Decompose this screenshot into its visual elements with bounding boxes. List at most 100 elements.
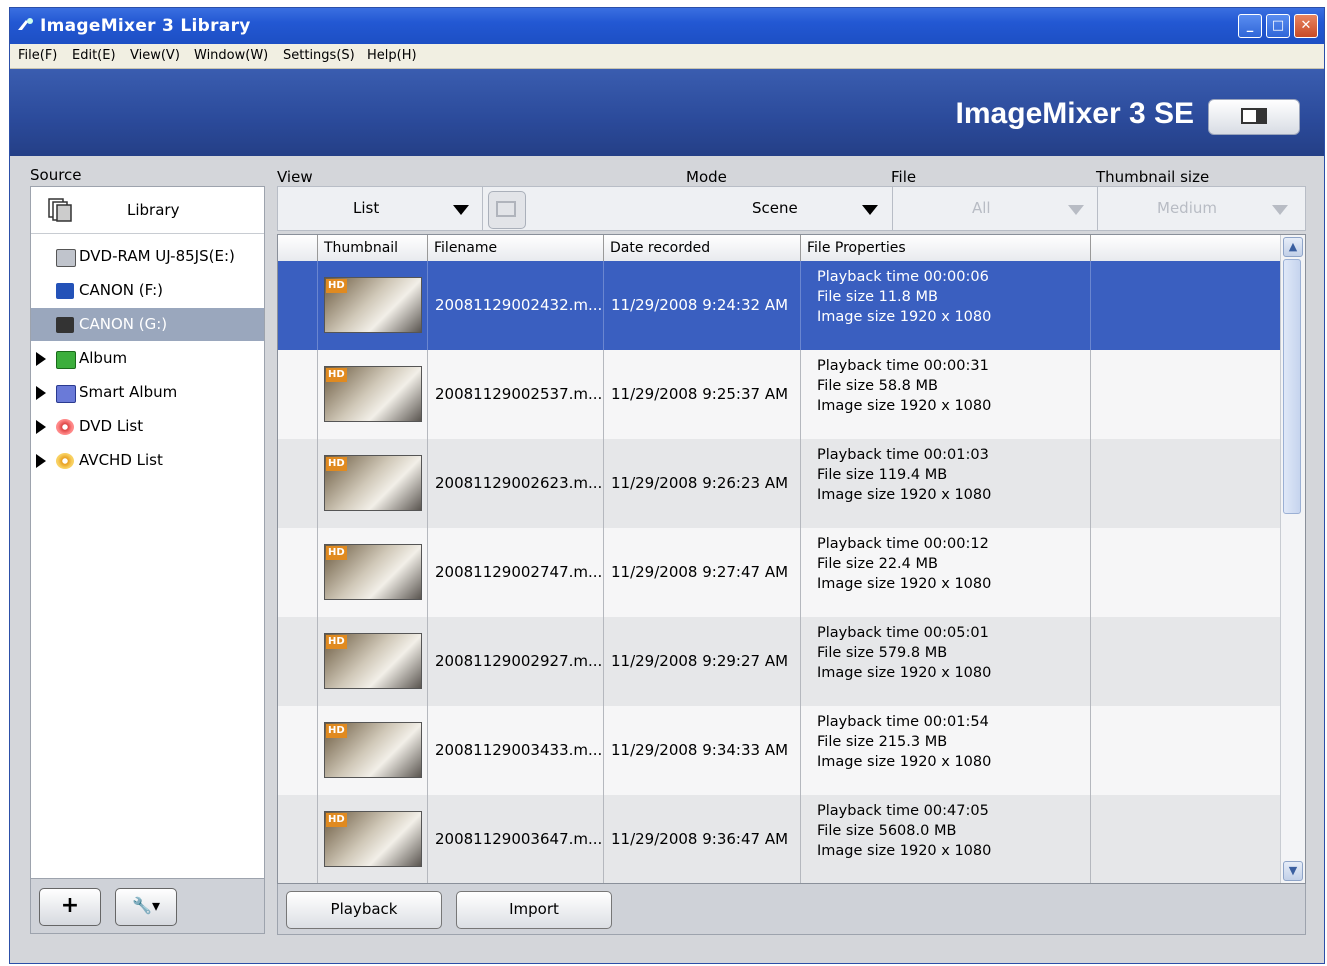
playback-time: Playback time 00:01:54 (817, 714, 989, 730)
filename-cell: 20081129003433.m... (428, 706, 604, 795)
mode-label: Mode (686, 168, 727, 186)
row-select-cell[interactable] (278, 528, 318, 617)
menu-bar: File(F) Edit(E) View(V) Window(W) Settin… (10, 44, 1324, 69)
menu-help[interactable]: Help(H) (367, 48, 417, 63)
add-button[interactable]: + (39, 888, 101, 926)
image-size: Image size 1920 x 1080 (817, 754, 992, 770)
source-item-canon-f[interactable]: CANON (F:) (31, 274, 264, 307)
thumbnail-cell[interactable]: HD (318, 350, 428, 439)
thumbnail-cell[interactable]: HD (318, 706, 428, 795)
scrollbar-thumb[interactable] (1283, 259, 1301, 514)
memory-card-icon (56, 283, 74, 299)
properties-cell: Playback time 00:00:31 File size 58.8 MB I… (801, 350, 1091, 439)
dvd-list-icon (56, 419, 74, 435)
source-item-canon-g[interactable]: CANON (G:) (31, 308, 264, 341)
header-thumbnail[interactable]: Thumbnail (318, 235, 428, 261)
view-toggle-button[interactable] (1208, 99, 1300, 135)
filename-cell: 20081129002432.m... (428, 261, 604, 350)
hd-badge-icon: HD (326, 279, 347, 293)
thumbnail-size-label: Thumbnail size (1096, 168, 1210, 186)
header-select[interactable] (278, 235, 318, 261)
thumbnail-cell[interactable]: HD (318, 617, 428, 706)
menu-edit[interactable]: Edit(E) (72, 48, 116, 63)
blank-cell (1091, 261, 1281, 350)
hd-badge-icon: HD (326, 368, 347, 382)
thumbnail-size-dropdown[interactable]: Medium (1098, 187, 1305, 230)
source-panel: Library DVD-RAM UJ-85JS(E:) CANON (F:) C… (30, 186, 265, 934)
source-item-smart-album[interactable]: Smart Album (31, 376, 264, 409)
chevron-down-icon (1068, 205, 1084, 215)
file-dropdown[interactable]: All (893, 187, 1098, 230)
scroll-up-icon[interactable]: ▲ (1283, 237, 1303, 257)
video-thumbnail[interactable]: HD (324, 544, 422, 600)
source-item-avchd-list[interactable]: AVCHD List (31, 444, 264, 477)
library-label: Library (127, 201, 180, 219)
blank-cell (1091, 439, 1281, 528)
row-select-cell[interactable] (278, 439, 318, 528)
video-thumbnail[interactable]: HD (324, 366, 422, 422)
close-button[interactable]: ✕ (1294, 14, 1318, 38)
table-row[interactable]: HD 20081129003433.m... 11/29/2008 9:34:33 … (278, 706, 1281, 795)
file-size: File size 5608.0 MB (817, 823, 957, 839)
header-date-recorded[interactable]: Date recorded (604, 235, 801, 261)
header-file-properties[interactable]: File Properties (801, 235, 1091, 261)
filename-cell: 20081129003647.m... (428, 795, 604, 883)
playback-button[interactable]: Playback (286, 891, 442, 929)
table-header: Thumbnail Filename Date recorded File Pr… (278, 235, 1281, 262)
playback-time: Playback time 00:00:12 (817, 536, 989, 552)
view-dropdown[interactable]: List (278, 187, 483, 230)
expand-arrow-icon[interactable] (36, 454, 46, 468)
table-row[interactable]: HD 20081129002537.m... 11/29/2008 9:25:37 … (278, 350, 1281, 439)
file-size: File size 215.3 MB (817, 734, 948, 750)
table-row[interactable]: HD 20081129002432.m... 11/29/2008 9:24:32 … (278, 261, 1281, 350)
app-window: ImageMixer 3 Library _ □ ✕ File(F) Edit(… (9, 7, 1325, 964)
row-select-cell[interactable] (278, 261, 318, 350)
source-library[interactable]: Library (31, 187, 264, 234)
thumbnail-cell[interactable]: HD (318, 528, 428, 617)
menu-settings[interactable]: Settings(S) (283, 48, 355, 63)
thumbnail-cell[interactable]: HD (318, 439, 428, 528)
filmstrip-view-button[interactable] (488, 191, 526, 229)
scroll-down-icon[interactable]: ▼ (1283, 861, 1303, 881)
video-thumbnail[interactable]: HD (324, 633, 422, 689)
video-thumbnail[interactable]: HD (324, 811, 422, 867)
vertical-scrollbar[interactable]: ▲ ▼ (1280, 235, 1305, 883)
video-thumbnail[interactable]: HD (324, 277, 422, 333)
blank-cell (1091, 706, 1281, 795)
table-row[interactable]: HD 20081129002623.m... 11/29/2008 9:26:23 … (278, 439, 1281, 528)
header-filename[interactable]: Filename (428, 235, 604, 261)
menu-window[interactable]: Window(W) (194, 48, 268, 63)
row-select-cell[interactable] (278, 795, 318, 883)
video-thumbnail[interactable]: HD (324, 722, 422, 778)
mode-dropdown[interactable]: Scene (688, 187, 893, 230)
date-cell: 11/29/2008 9:34:33 AM (604, 706, 801, 795)
row-select-cell[interactable] (278, 350, 318, 439)
expand-arrow-icon[interactable] (36, 386, 46, 400)
title-bar[interactable]: ImageMixer 3 Library _ □ ✕ (10, 8, 1324, 44)
image-size: Image size 1920 x 1080 (817, 309, 992, 325)
row-select-cell[interactable] (278, 706, 318, 795)
source-item-dvd-list[interactable]: DVD List (31, 410, 264, 443)
source-item-album[interactable]: Album (31, 342, 264, 375)
menu-view[interactable]: View(V) (130, 48, 180, 63)
minimize-button[interactable]: _ (1238, 14, 1262, 38)
expand-arrow-icon[interactable] (36, 352, 46, 366)
hd-badge-icon: HD (326, 546, 347, 560)
expand-arrow-icon[interactable] (36, 420, 46, 434)
row-select-cell[interactable] (278, 617, 318, 706)
thumbnail-cell[interactable]: HD (318, 261, 428, 350)
table-row[interactable]: HD 20081129002927.m... 11/29/2008 9:29:27 … (278, 617, 1281, 706)
file-size: File size 579.8 MB (817, 645, 948, 661)
import-button[interactable]: Import (456, 891, 612, 929)
image-size: Image size 1920 x 1080 (817, 576, 992, 592)
properties-cell: Playback time 00:01:54 File size 215.3 MB… (801, 706, 1091, 795)
menu-file[interactable]: File(F) (18, 48, 57, 63)
thumbnail-cell[interactable]: HD (318, 795, 428, 883)
table-row[interactable]: HD 20081129002747.m... 11/29/2008 9:27:47 … (278, 528, 1281, 617)
tools-button[interactable]: 🔧▾ (115, 888, 177, 926)
video-thumbnail[interactable]: HD (324, 455, 422, 511)
view-label: View (277, 168, 313, 186)
maximize-button[interactable]: □ (1266, 14, 1290, 38)
table-row[interactable]: HD 20081129003647.m... 11/29/2008 9:36:47 … (278, 795, 1281, 883)
source-item-dvd-ram[interactable]: DVD-RAM UJ-85JS(E:) (31, 240, 264, 273)
